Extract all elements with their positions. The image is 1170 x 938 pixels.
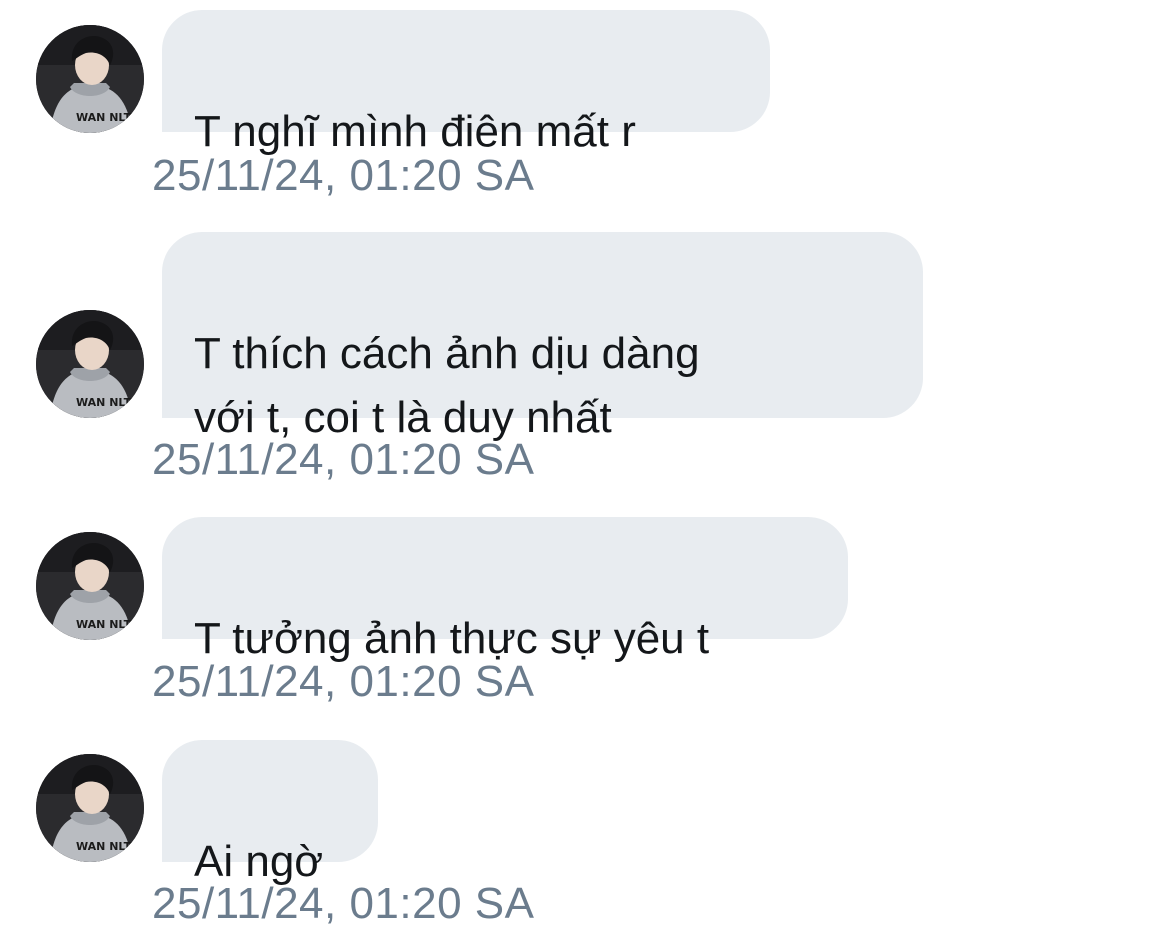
message-text: T thích cách ảnh dịu dàng với t, coi t l… bbox=[194, 329, 700, 442]
avatar-photo-icon: WAN NLT?! bbox=[36, 532, 144, 640]
avatar-shirt-text: WAN NLT?! bbox=[76, 840, 142, 853]
sender-avatar[interactable]: WAN NLT?! bbox=[36, 754, 144, 862]
avatar-photo-icon: WAN NLT?! bbox=[36, 25, 144, 133]
message-timestamp: 25/11/24, 01:20 SA bbox=[152, 657, 535, 706]
avatar-shirt-text: WAN NLT?! bbox=[76, 618, 142, 631]
message-timestamp: 25/11/24, 01:20 SA bbox=[152, 879, 535, 928]
message-bubble[interactable]: T thích cách ảnh dịu dàng với t, coi t l… bbox=[162, 232, 923, 442]
message-thread: WAN NLT?! T nghĩ mình điên mất r 25/11/2… bbox=[0, 0, 1170, 938]
avatar-shirt-text: WAN NLT?! bbox=[76, 111, 142, 124]
message-bubble[interactable]: Ai ngờ bbox=[162, 740, 378, 886]
message-bubble[interactable]: T nghĩ mình điên mất r bbox=[162, 10, 770, 156]
sender-avatar[interactable]: WAN NLT?! bbox=[36, 310, 144, 418]
avatar-shirt-text: WAN NLT?! bbox=[76, 396, 142, 409]
sender-avatar[interactable]: WAN NLT?! bbox=[36, 25, 144, 133]
sender-avatar[interactable]: WAN NLT?! bbox=[36, 532, 144, 640]
message-bubble[interactable]: T tưởng ảnh thực sự yêu t bbox=[162, 517, 848, 663]
message-timestamp: 25/11/24, 01:20 SA bbox=[152, 435, 535, 484]
avatar-photo-icon: WAN NLT?! bbox=[36, 310, 144, 418]
message-timestamp: 25/11/24, 01:20 SA bbox=[152, 151, 535, 200]
avatar-photo-icon: WAN NLT?! bbox=[36, 754, 144, 862]
